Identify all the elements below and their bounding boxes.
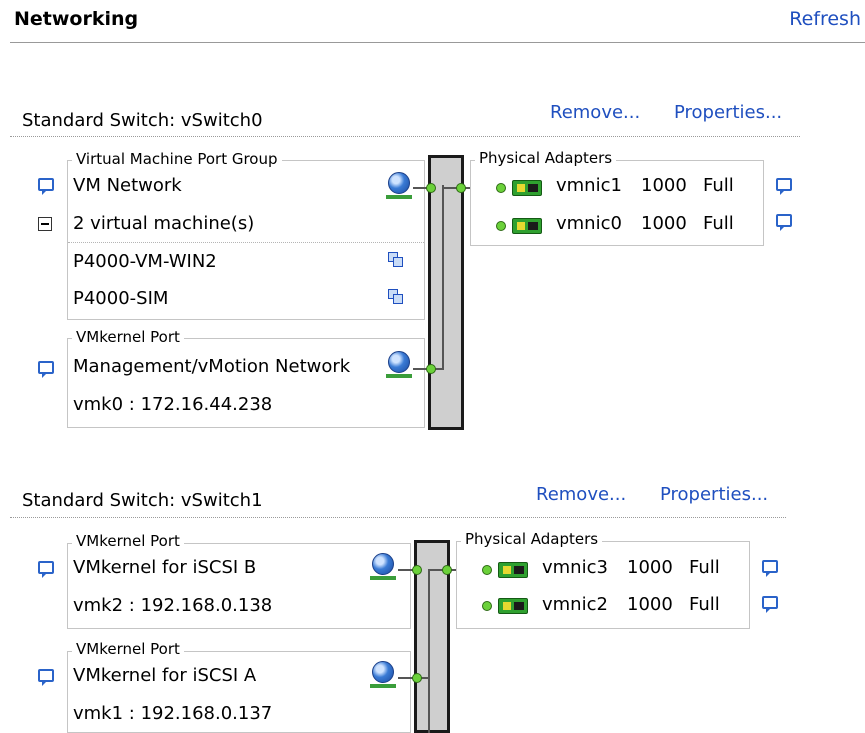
- vm-count-label: 2 virtual machine(s): [73, 213, 255, 234]
- adapter-speed: 1000: [627, 594, 673, 615]
- adapter-name[interactable]: vmnic0: [556, 212, 622, 236]
- physical-adapters-legend: Physical Adapters: [475, 149, 617, 167]
- adapter-name[interactable]: vmnic1: [556, 174, 622, 198]
- vmkernel-port-address: vmk0 : 172.16.44.238: [73, 394, 273, 415]
- vswitch0-properties-link[interactable]: Properties...: [674, 102, 782, 123]
- adapter-duplex: Full: [689, 557, 720, 578]
- page-title: Networking: [14, 8, 139, 30]
- network-globe-icon: [372, 661, 394, 683]
- virtual-machine-icon: [388, 289, 404, 305]
- network-adapter-icon: [498, 598, 528, 614]
- network-globe-icon: [372, 553, 394, 575]
- network-globe-base: [370, 684, 396, 688]
- network-adapter-icon: [512, 180, 542, 196]
- comment-icon[interactable]: [38, 561, 54, 578]
- connector-node: [426, 364, 436, 374]
- comment-icon[interactable]: [38, 178, 54, 195]
- vmkernel-port-legend: VMkernel Port: [72, 532, 184, 550]
- connector-node: [412, 673, 422, 683]
- adapter-duplex: Full: [703, 175, 734, 196]
- comment-icon[interactable]: [762, 560, 778, 577]
- adapter-speed: 1000: [641, 175, 687, 196]
- vm-network-label: VM Network: [73, 175, 182, 196]
- adapter-name[interactable]: vmnic2: [542, 593, 608, 617]
- network-adapter-icon: [512, 218, 542, 234]
- connector-node: [496, 183, 506, 193]
- vm-list-divider: [68, 242, 424, 243]
- adapter-speed: 1000: [627, 557, 673, 578]
- comment-icon[interactable]: [38, 669, 54, 686]
- adapter-name[interactable]: vmnic3: [542, 556, 608, 580]
- connector-node: [496, 221, 506, 231]
- vswitch0-divider: [10, 136, 800, 137]
- vmkernel-port-name: VMkernel for iSCSI A: [73, 665, 257, 686]
- vm-list-item[interactable]: P4000-SIM: [73, 287, 168, 311]
- vmkernel-port-legend: VMkernel Port: [72, 328, 184, 346]
- connector-node: [412, 565, 422, 575]
- vmkernel-port-name: Management/vMotion Network: [73, 356, 351, 377]
- vmkernel-port-name: VMkernel for iSCSI B: [73, 557, 257, 578]
- physical-adapters-legend: Physical Adapters: [461, 530, 603, 548]
- vmkernel-port-address: vmk2 : 192.168.0.138: [73, 595, 273, 616]
- vm-list-item[interactable]: P4000-VM-WIN2: [73, 250, 217, 274]
- switch-title-vswitch1: Standard Switch: vSwitch1: [22, 490, 263, 511]
- connector-node: [482, 601, 492, 611]
- vswitch1-divider: [10, 517, 786, 518]
- network-globe-icon: [388, 351, 410, 373]
- connector-node: [442, 565, 452, 575]
- vmkernel-port-legend: VMkernel Port: [72, 640, 184, 658]
- network-globe-base: [386, 374, 412, 378]
- adapter-duplex: Full: [689, 594, 720, 615]
- connector-node: [482, 565, 492, 575]
- switch-title-vswitch0: Standard Switch: vSwitch0: [22, 110, 263, 131]
- header-divider: [10, 42, 865, 43]
- comment-icon[interactable]: [762, 596, 778, 613]
- vmkernel-port-address: vmk1 : 192.168.0.137: [73, 703, 273, 724]
- switch-wire: [442, 185, 444, 370]
- switch-wire: [428, 569, 430, 733]
- connector-node: [456, 183, 466, 193]
- vswitch0-remove-link[interactable]: Remove...: [550, 102, 640, 123]
- network-globe-base: [386, 195, 412, 199]
- adapter-duplex: Full: [703, 213, 734, 234]
- network-globe-base: [370, 576, 396, 580]
- virtual-machine-icon: [388, 252, 404, 268]
- adapter-speed: 1000: [641, 213, 687, 234]
- comment-icon[interactable]: [776, 214, 792, 231]
- refresh-link[interactable]: Refresh: [789, 8, 861, 30]
- comment-icon[interactable]: [38, 361, 54, 378]
- network-adapter-icon: [498, 562, 528, 578]
- vswitch1-remove-link[interactable]: Remove...: [536, 484, 626, 505]
- virtual-switch-bar: [428, 155, 464, 430]
- connector-node: [426, 183, 436, 193]
- vswitch1-properties-link[interactable]: Properties...: [660, 484, 768, 505]
- network-globe-icon: [388, 172, 410, 194]
- collapse-toggle-icon[interactable]: [38, 217, 52, 231]
- comment-icon[interactable]: [776, 178, 792, 195]
- vm-port-group-legend: Virtual Machine Port Group: [72, 150, 282, 168]
